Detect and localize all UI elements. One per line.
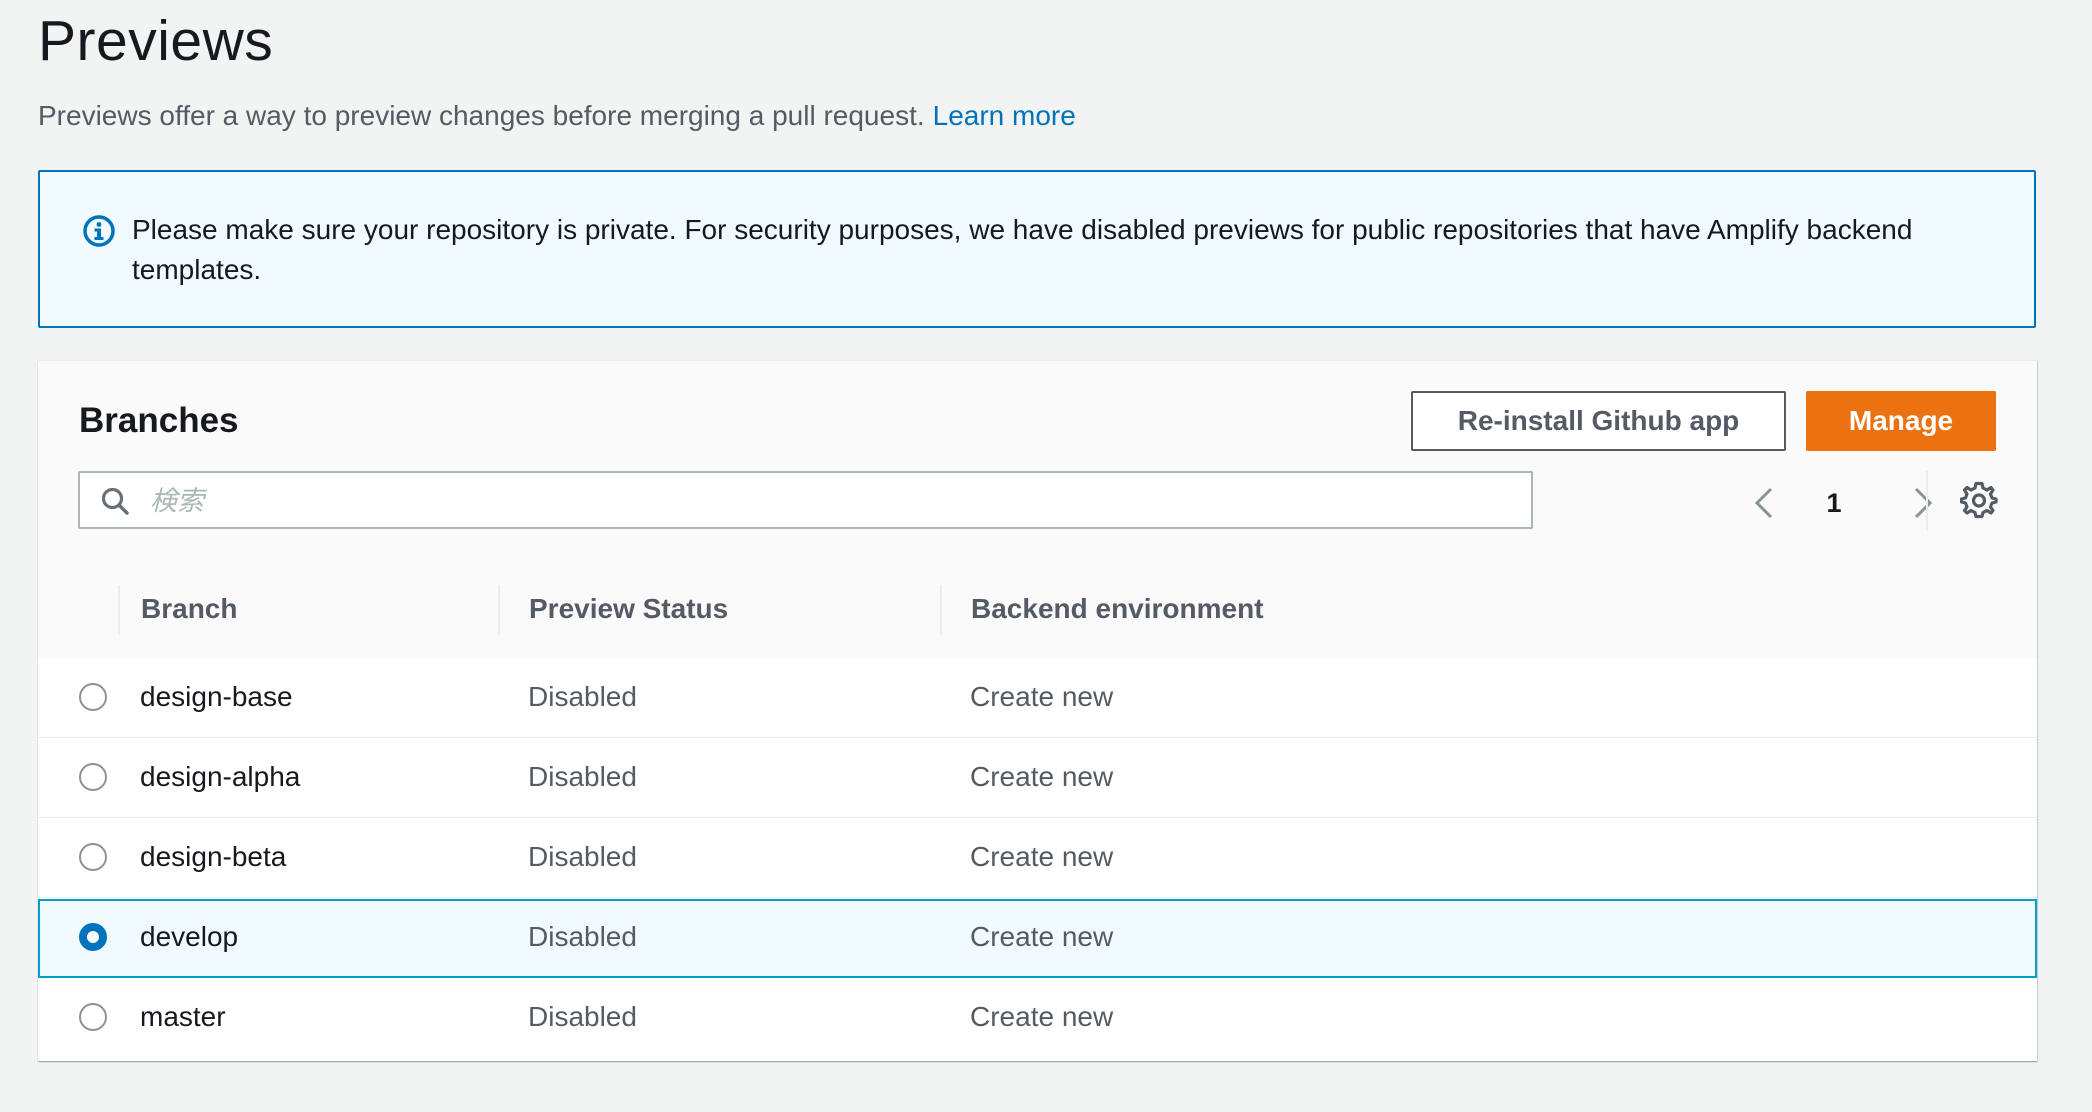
- table-row[interactable]: design-alpha Disabled Create new: [38, 739, 2037, 818]
- column-separator: [940, 585, 942, 635]
- backend-environment: Create new: [970, 921, 1114, 952]
- chevron-left-icon[interactable]: [1749, 485, 1779, 521]
- panel-header: Branches Re-install Github app Manage 1: [38, 361, 2037, 562]
- alert-message: Please make sure your repository is priv…: [132, 214, 1913, 285]
- pager-divider: [1926, 471, 1928, 531]
- reinstall-github-app-button[interactable]: Re-install Github app: [1411, 391, 1786, 451]
- preview-status: Disabled: [528, 841, 637, 872]
- info-alert: Please make sure your repository is priv…: [38, 170, 2036, 328]
- column-header-backend-environment[interactable]: Backend environment: [971, 593, 1264, 625]
- column-header-preview-status[interactable]: Preview Status: [529, 593, 728, 625]
- manage-button[interactable]: Manage: [1806, 391, 1996, 451]
- table-row-selected[interactable]: develop Disabled Create new: [38, 899, 2037, 978]
- branches-panel: Branches Re-install Github app Manage 1: [38, 360, 2037, 1061]
- branch-name: design-alpha: [140, 761, 301, 792]
- current-page-number[interactable]: 1: [1814, 483, 1854, 523]
- row-radio-button[interactable]: [79, 1003, 107, 1031]
- column-separator: [498, 585, 500, 635]
- preview-status: Disabled: [528, 921, 637, 952]
- branch-name: design-beta: [140, 841, 287, 872]
- table-row[interactable]: design-base Disabled Create new: [38, 659, 2037, 738]
- column-header-branch[interactable]: Branch: [141, 593, 237, 625]
- page-description: Previews offer a way to preview changes …: [38, 100, 1076, 132]
- row-radio-button[interactable]: [79, 843, 107, 871]
- backend-environment: Create new: [970, 1001, 1114, 1032]
- page-description-text: Previews offer a way to preview changes …: [38, 100, 925, 131]
- table-header: Branch Preview Status Backend environmen…: [38, 561, 2037, 660]
- table-row[interactable]: master Disabled Create new: [38, 979, 2037, 1058]
- preview-status: Disabled: [528, 761, 637, 792]
- backend-environment: Create new: [970, 841, 1114, 872]
- branch-name: develop: [140, 921, 239, 952]
- learn-more-link[interactable]: Learn more: [933, 100, 1076, 131]
- column-separator: [118, 585, 120, 635]
- branch-name: design-base: [140, 681, 293, 712]
- table-row[interactable]: design-beta Disabled Create new: [38, 819, 2037, 898]
- row-radio-button[interactable]: [79, 763, 107, 791]
- search-icon: [101, 487, 129, 515]
- preview-status: Disabled: [528, 681, 637, 712]
- row-radio-button[interactable]: [79, 683, 107, 711]
- chevron-right-icon[interactable]: [1908, 485, 1938, 521]
- page-title: Previews: [38, 9, 274, 73]
- backend-environment: Create new: [970, 681, 1114, 712]
- panel-title: Branches: [79, 401, 239, 440]
- search-box: [78, 471, 1533, 529]
- backend-environment: Create new: [970, 761, 1114, 792]
- info-icon: [83, 215, 115, 247]
- branch-name: master: [140, 1001, 226, 1032]
- search-input[interactable]: [148, 479, 1512, 523]
- row-radio-button-checked[interactable]: [79, 923, 107, 951]
- preview-status: Disabled: [528, 1001, 637, 1032]
- gear-icon[interactable]: [1960, 481, 1998, 519]
